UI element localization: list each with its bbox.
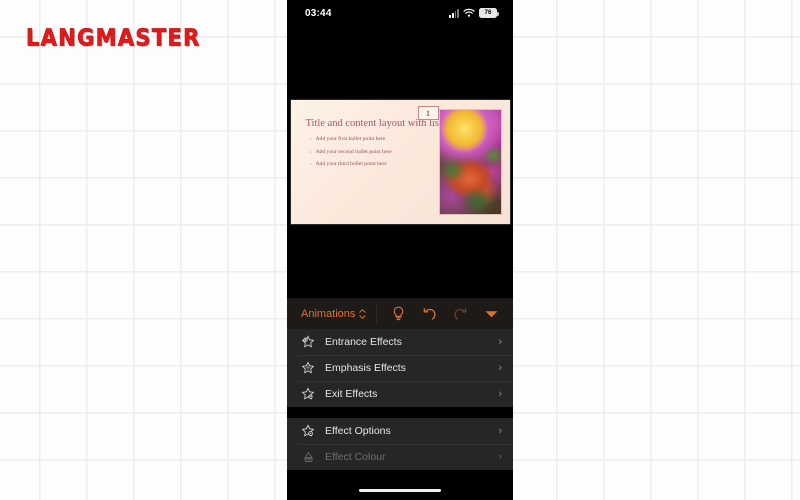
slide-number-badge: 1 [417, 106, 439, 120]
status-bar-clock: 03:44 [305, 7, 332, 19]
star-entrance-icon [298, 335, 318, 349]
slide-canvas[interactable]: Title and content layout with list Add y… [287, 26, 513, 298]
slide-bullet-list: Add your first bullet point here Add you… [310, 135, 392, 174]
status-bar: 03:44 76 [287, 0, 513, 26]
menu-item-label: Entrance Effects [325, 336, 402, 348]
toolbar-buttons [377, 303, 513, 325]
battery-level-label: 76 [484, 8, 492, 16]
menu-group-options: Effect Options › Effect Colour › [287, 418, 513, 470]
chevron-right-icon: › [498, 388, 502, 400]
animations-menu: Entrance Effects › Emphasis Effects › Ex… [287, 329, 513, 470]
battery-icon: 76 [479, 8, 499, 18]
chevron-right-icon: › [498, 451, 502, 463]
star-emphasis-icon [298, 361, 318, 375]
slide-bullet-item: Add your first bullet point here [310, 135, 392, 144]
chevron-right-icon: › [498, 362, 502, 374]
collapse-ribbon-icon[interactable] [480, 303, 504, 325]
home-indicator-area [287, 472, 513, 500]
tab-animations[interactable]: Animations [287, 299, 376, 329]
undo-icon[interactable] [418, 303, 442, 325]
slide-flower-image[interactable] [438, 109, 502, 215]
menu-item-label: Effect Colour [325, 451, 386, 463]
phone-screen: 03:44 76 Title and content layout with l… [287, 0, 513, 500]
chevron-up-down-icon[interactable] [359, 309, 367, 319]
wifi-icon [463, 8, 475, 17]
home-indicator[interactable] [359, 488, 441, 492]
menu-item-effect-colour[interactable]: Effect Colour › [287, 444, 513, 470]
redo-icon[interactable] [449, 303, 473, 325]
star-options-icon [298, 424, 318, 438]
menu-group-effects: Entrance Effects › Emphasis Effects › Ex… [287, 329, 513, 407]
slide-thumbnail[interactable]: Title and content layout with list Add y… [290, 100, 510, 224]
slide-bullet-item: Add your third bullet point here [310, 160, 392, 169]
chevron-right-icon: › [498, 336, 502, 348]
paint-bucket-icon [298, 450, 318, 464]
status-bar-indicators: 76 [449, 8, 499, 18]
menu-item-emphasis-effects[interactable]: Emphasis Effects › [287, 355, 513, 381]
menu-item-entrance-effects[interactable]: Entrance Effects › [287, 329, 513, 355]
menu-item-label: Emphasis Effects [325, 362, 406, 374]
ribbon-toolbar: Animations [287, 298, 513, 329]
menu-item-label: Exit Effects [325, 388, 378, 400]
lightbulb-icon[interactable] [387, 303, 411, 325]
star-exit-icon [298, 387, 318, 401]
chevron-right-icon: › [498, 425, 502, 437]
menu-group-divider [287, 407, 513, 418]
menu-item-exit-effects[interactable]: Exit Effects › [287, 381, 513, 407]
menu-item-label: Effect Options [325, 425, 391, 437]
slide-bullet-item: Add your second bullet point here [310, 148, 392, 157]
cellular-signal-icon [449, 8, 459, 18]
tab-animations-label: Animations [301, 308, 356, 320]
langmaster-logo: LANGMASTER [26, 25, 201, 52]
menu-item-effect-options[interactable]: Effect Options › [287, 418, 513, 444]
